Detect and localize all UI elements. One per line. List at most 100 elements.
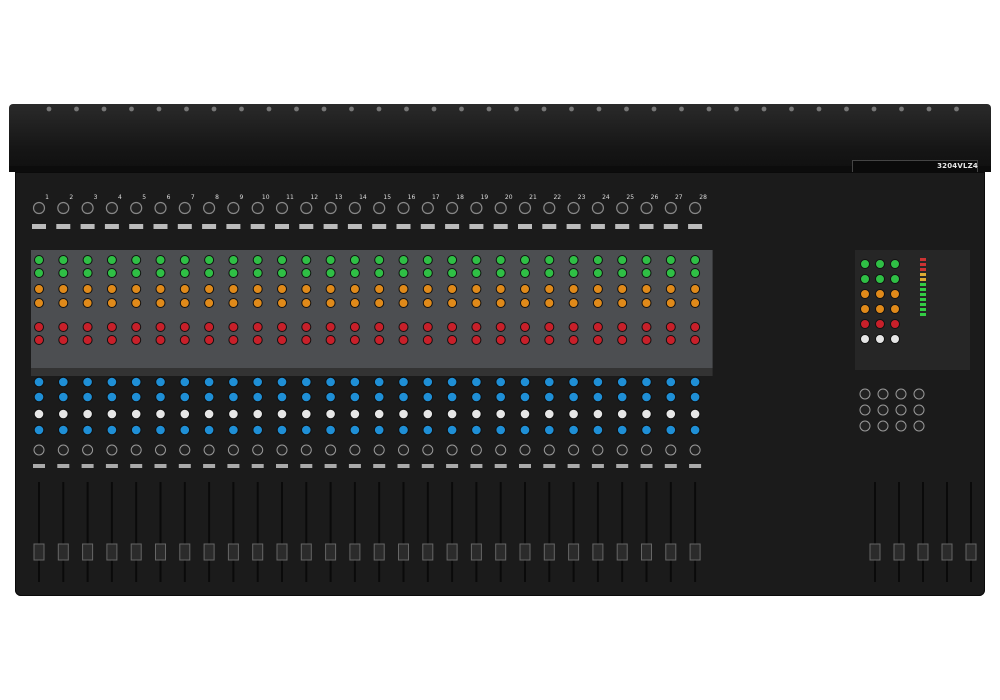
eq-knob[interactable] bbox=[398, 424, 409, 436]
eq-knob[interactable] bbox=[228, 391, 239, 403]
channel-fader[interactable] bbox=[373, 543, 385, 561]
fader-slot[interactable] bbox=[281, 482, 283, 582]
master-knob[interactable] bbox=[875, 289, 885, 299]
aux-knob[interactable] bbox=[58, 268, 69, 278]
master-fader[interactable] bbox=[869, 543, 881, 561]
fx-knob[interactable] bbox=[877, 420, 889, 432]
eq-knob[interactable] bbox=[398, 376, 409, 388]
eq-knob[interactable] bbox=[373, 376, 385, 388]
aux-knob[interactable] bbox=[34, 322, 44, 332]
eq-freq-knob[interactable] bbox=[33, 408, 45, 420]
mute-button[interactable] bbox=[397, 464, 410, 468]
low-cut-button[interactable] bbox=[518, 224, 532, 229]
eq-knob[interactable] bbox=[495, 391, 507, 403]
eq-knob[interactable] bbox=[179, 376, 191, 388]
aux-knob[interactable] bbox=[641, 335, 652, 345]
aux-knob[interactable] bbox=[495, 268, 506, 278]
mute-button[interactable] bbox=[470, 464, 483, 468]
eq-freq-knob[interactable] bbox=[155, 408, 166, 420]
aux-knob[interactable] bbox=[495, 298, 506, 308]
eq-knob[interactable] bbox=[155, 424, 166, 436]
aux-knob[interactable] bbox=[641, 255, 652, 265]
master-knob[interactable] bbox=[890, 274, 900, 284]
mute-button[interactable] bbox=[203, 464, 216, 468]
aux-knob[interactable] bbox=[131, 322, 142, 332]
channel-fader[interactable] bbox=[616, 543, 628, 561]
gain-knob[interactable] bbox=[203, 201, 216, 215]
fader-slot[interactable] bbox=[402, 482, 405, 582]
aux-knob[interactable] bbox=[495, 255, 506, 265]
channel-fader[interactable] bbox=[252, 543, 264, 561]
mute-button[interactable] bbox=[567, 464, 580, 468]
pan-knob[interactable] bbox=[519, 444, 531, 456]
pan-knob[interactable] bbox=[398, 444, 409, 456]
channel-fader[interactable] bbox=[470, 543, 482, 561]
channel-fader[interactable] bbox=[495, 543, 507, 561]
aux-knob[interactable] bbox=[106, 268, 117, 278]
aux-knob[interactable] bbox=[520, 298, 530, 308]
eq-knob[interactable] bbox=[228, 376, 239, 388]
aux-knob[interactable] bbox=[471, 335, 482, 345]
gain-knob[interactable] bbox=[373, 201, 386, 215]
aux-knob[interactable] bbox=[131, 298, 142, 308]
aux-knob[interactable] bbox=[131, 335, 142, 345]
pan-knob[interactable] bbox=[349, 444, 361, 456]
aux-knob[interactable] bbox=[82, 322, 93, 332]
fx-knob[interactable] bbox=[913, 388, 925, 400]
aux-knob[interactable] bbox=[568, 255, 579, 265]
pan-knob[interactable] bbox=[422, 444, 434, 456]
eq-knob[interactable] bbox=[106, 391, 118, 403]
eq-knob[interactable] bbox=[446, 424, 458, 436]
aux-knob[interactable] bbox=[544, 322, 555, 332]
aux-knob[interactable] bbox=[301, 298, 312, 308]
aux-knob[interactable] bbox=[398, 284, 409, 294]
eq-knob[interactable] bbox=[203, 424, 215, 436]
aux-knob[interactable] bbox=[617, 268, 628, 278]
eq-knob[interactable] bbox=[471, 376, 482, 388]
master-fader[interactable] bbox=[917, 543, 929, 561]
aux-knob[interactable] bbox=[495, 335, 506, 345]
pan-knob[interactable] bbox=[568, 444, 580, 456]
aux-knob[interactable] bbox=[277, 322, 287, 332]
pan-knob[interactable] bbox=[689, 444, 701, 456]
pan-knob[interactable] bbox=[276, 444, 288, 456]
aux-knob[interactable] bbox=[179, 284, 190, 294]
gain-knob[interactable] bbox=[57, 201, 70, 215]
aux-knob[interactable] bbox=[471, 255, 482, 265]
aux-knob[interactable] bbox=[179, 335, 190, 345]
aux-knob[interactable] bbox=[34, 335, 44, 345]
eq-knob[interactable] bbox=[544, 391, 555, 403]
pan-knob[interactable] bbox=[33, 444, 45, 456]
fader-slot[interactable] bbox=[621, 482, 624, 582]
eq-knob[interactable] bbox=[422, 424, 434, 436]
eq-freq-knob[interactable] bbox=[82, 408, 93, 420]
aux-knob[interactable] bbox=[155, 268, 166, 278]
aux-knob[interactable] bbox=[447, 255, 458, 265]
eq-knob[interactable] bbox=[665, 424, 677, 436]
aux-knob[interactable] bbox=[617, 322, 628, 332]
aux-knob[interactable] bbox=[544, 268, 555, 278]
fx-knob[interactable] bbox=[895, 404, 907, 416]
aux-knob[interactable] bbox=[228, 298, 239, 308]
pan-knob[interactable] bbox=[130, 444, 142, 456]
fader-slot[interactable] bbox=[645, 482, 648, 582]
eq-knob[interactable] bbox=[179, 391, 191, 403]
aux-knob[interactable] bbox=[204, 322, 215, 332]
aux-knob[interactable] bbox=[495, 322, 506, 332]
eq-freq-knob[interactable] bbox=[544, 408, 555, 420]
eq-knob[interactable] bbox=[495, 424, 507, 436]
fader-slot[interactable] bbox=[62, 482, 65, 582]
master-knob[interactable] bbox=[875, 334, 885, 344]
aux-knob[interactable] bbox=[252, 255, 263, 265]
gain-knob[interactable] bbox=[81, 201, 94, 215]
aux-knob[interactable] bbox=[471, 298, 482, 308]
aux-knob[interactable] bbox=[422, 268, 433, 278]
eq-freq-knob[interactable] bbox=[252, 408, 263, 420]
eq-knob[interactable] bbox=[422, 376, 434, 388]
eq-knob[interactable] bbox=[544, 424, 555, 436]
eq-knob[interactable] bbox=[471, 424, 482, 436]
aux-knob[interactable] bbox=[204, 268, 215, 278]
channel-fader[interactable] bbox=[325, 543, 337, 561]
eq-knob[interactable] bbox=[106, 424, 118, 436]
mute-button[interactable] bbox=[348, 464, 361, 468]
